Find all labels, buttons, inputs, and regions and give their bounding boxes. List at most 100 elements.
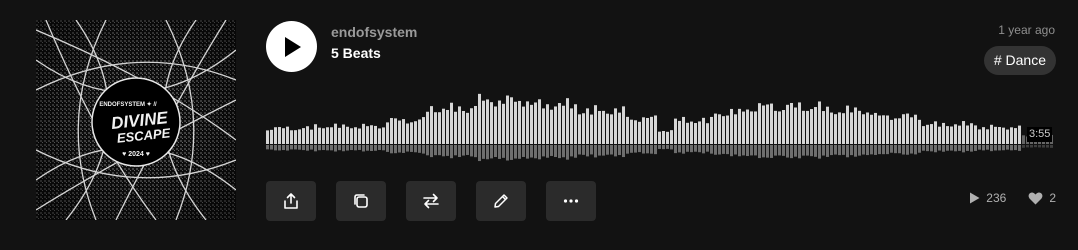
waveform-reflection-bar	[474, 145, 477, 158]
waveform-bar	[894, 118, 897, 144]
waveform-bar	[382, 127, 385, 144]
waveform-reflection-bar	[394, 145, 397, 154]
waveform-bar	[286, 126, 289, 144]
waveform-reflection-bar	[570, 145, 573, 157]
waveform-bar	[434, 112, 437, 144]
waveform-reflection-bar	[546, 145, 549, 158]
waveform-reflection-bar	[594, 145, 597, 158]
copy-button[interactable]	[336, 181, 386, 221]
waveform-reflection-bar	[574, 145, 577, 158]
waveform-bar	[978, 129, 981, 144]
waveform-bar	[334, 123, 337, 144]
waveform-bar	[326, 127, 329, 144]
waveform-bar	[358, 128, 361, 144]
copy-icon	[354, 194, 368, 208]
waveform-reflection-bar	[858, 145, 861, 156]
waveform-reflection-bar	[958, 145, 961, 151]
waveform-reflection-bar	[610, 145, 613, 155]
waveform-reflection-bar	[754, 145, 757, 156]
waveform-reflection-bar	[362, 145, 365, 152]
waveform-bar	[1006, 129, 1009, 144]
waveform-reflection-bar	[558, 145, 561, 159]
waveform-bar	[270, 129, 273, 144]
waveform-reflection-bar	[702, 145, 705, 154]
waveform-reflection-bar	[294, 145, 297, 150]
waveform-bar	[706, 123, 709, 144]
waveform-reflection-bar	[666, 145, 669, 149]
waveform-bar	[590, 114, 593, 144]
waveform-bar	[778, 111, 781, 144]
waveform-reflection-bar	[810, 145, 813, 157]
waveform-bar	[538, 99, 541, 144]
track-artwork[interactable]: ENDOFSYSTEM ✦ // DIVINE ESCAPE ♥ 2024 ♥	[36, 20, 236, 220]
track-title[interactable]: 5 Beats	[331, 45, 381, 61]
waveform-bar	[582, 113, 585, 144]
waveform-reflection-bar	[406, 145, 409, 152]
waveform-bar	[318, 127, 321, 144]
repost-icon	[423, 193, 439, 209]
waveform-reflection-bar	[522, 145, 525, 157]
waveform-reflection-bar	[946, 145, 949, 151]
waveform[interactable]	[266, 92, 1054, 164]
waveform-bar	[866, 112, 869, 144]
waveform-reflection-bar	[486, 145, 489, 160]
waveform-bar	[354, 127, 357, 144]
waveform-bar	[574, 104, 577, 144]
waveform-bar	[278, 127, 281, 144]
action-bar	[266, 181, 596, 221]
waveform-reflection-bar	[502, 145, 505, 158]
waveform-reflection-bar	[462, 145, 465, 156]
waveform-reflection-bar	[1006, 145, 1009, 150]
waveform-reflection-bar	[950, 145, 953, 151]
waveform-reflection-bar	[586, 145, 589, 157]
waveform-reflection-bar	[786, 145, 789, 158]
waveform-bar	[410, 122, 413, 144]
waveform-bar	[650, 116, 653, 144]
waveform-bar	[290, 130, 293, 144]
play-button[interactable]	[266, 21, 317, 72]
waveform-reflection-bar	[302, 145, 305, 151]
waveform-bar	[806, 110, 809, 144]
waveform-reflection-bar	[518, 145, 521, 159]
artist-name[interactable]: endofsystem	[331, 24, 417, 40]
edit-button[interactable]	[476, 181, 526, 221]
waveform-reflection-bar	[974, 145, 977, 151]
waveform-reflection-bar	[626, 145, 629, 154]
like-count-value: 2	[1049, 191, 1056, 205]
waveform-reflection-bar	[1046, 145, 1049, 148]
waveform-bar	[794, 107, 797, 144]
genre-tag[interactable]: # Dance	[983, 46, 1056, 75]
waveform-reflection-bar	[494, 145, 497, 158]
more-icon	[563, 199, 579, 203]
waveform-bar	[542, 108, 545, 144]
waveform-reflection-bar	[658, 145, 661, 149]
waveform-reflection-bar	[806, 145, 809, 156]
waveform-bar	[658, 131, 661, 144]
repost-button[interactable]	[406, 181, 456, 221]
waveform-bar	[846, 105, 849, 144]
waveform-reflection-bar	[922, 145, 925, 151]
waveform-bar	[506, 95, 509, 144]
waveform-reflection-bar	[934, 145, 937, 153]
waveform-bar	[670, 130, 673, 144]
waveform-reflection-bar	[582, 145, 585, 155]
waveform-bar	[398, 120, 401, 144]
waveform-reflection-bar	[1026, 145, 1029, 148]
waveform-bar	[986, 129, 989, 144]
artwork-image: ENDOFSYSTEM ✦ // DIVINE ESCAPE ♥ 2024 ♥	[36, 20, 236, 220]
waveform-reflection-bar	[374, 145, 377, 151]
like-count[interactable]: 2	[1028, 191, 1056, 205]
waveform-bar	[994, 126, 997, 144]
more-options-button[interactable]	[546, 181, 596, 221]
share-button[interactable]	[266, 181, 316, 221]
waveform-bar	[390, 118, 393, 144]
waveform-bar	[722, 116, 725, 144]
waveform-reflection-bar	[554, 145, 557, 158]
waveform-bar	[766, 104, 769, 144]
waveform-reflection-bar	[1022, 145, 1025, 148]
waveform-reflection-bar	[358, 145, 361, 150]
waveform-bar	[762, 105, 765, 144]
waveform-reflection-bar	[674, 145, 677, 154]
waveform-bar	[734, 114, 737, 144]
waveform-bar	[414, 121, 417, 144]
